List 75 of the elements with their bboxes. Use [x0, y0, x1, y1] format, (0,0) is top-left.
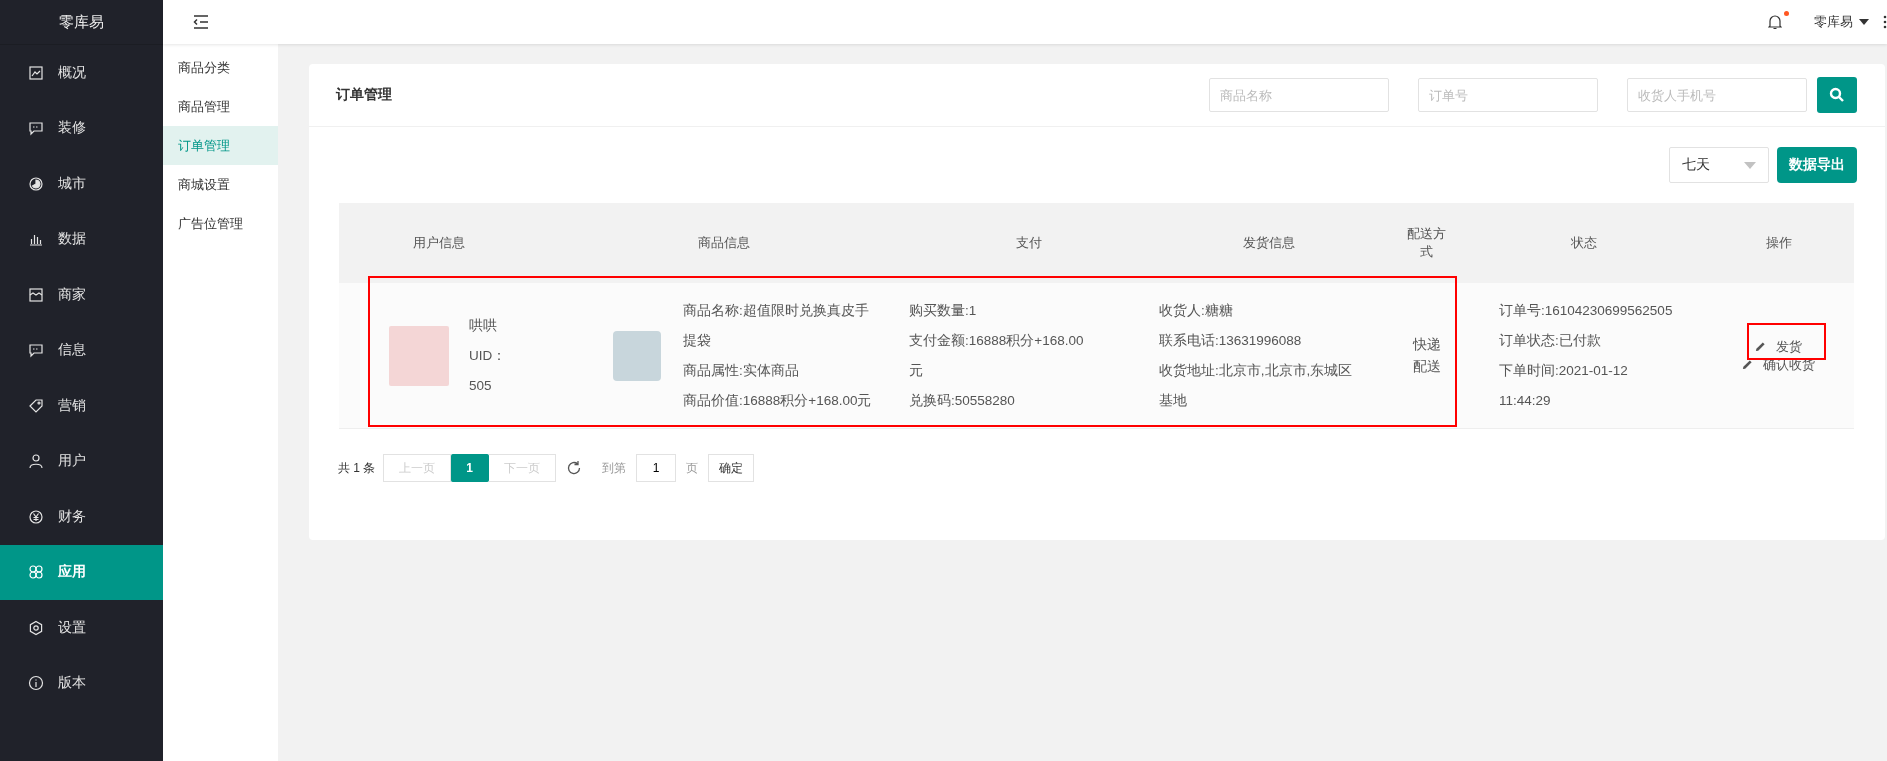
search-field[interactable]: 收货人手机号: [1627, 78, 1807, 112]
submenu-item[interactable]: 商城设置: [163, 165, 278, 204]
nav-icon: [28, 175, 44, 192]
goto-label: 到第: [602, 459, 627, 477]
column-header: 发货信息: [1242, 234, 1296, 252]
table-cell-text: 兑换码:50558280: [909, 391, 1016, 410]
nav-icon: [28, 453, 44, 470]
sidebar-item[interactable]: 设置: [0, 600, 163, 656]
submenu-item[interactable]: 商品分类: [163, 48, 278, 87]
user-menu[interactable]: 零库易: [1814, 13, 1869, 31]
submenu-item[interactable]: 商品管理: [163, 87, 278, 126]
pencil-icon: [1742, 359, 1753, 370]
page-input[interactable]: 1: [636, 454, 677, 482]
sidebar-item[interactable]: 应用: [0, 544, 163, 600]
sidebar-item[interactable]: 商家: [0, 267, 163, 323]
caret-icon: [1859, 19, 1869, 25]
table-cell-text: 联系电话:13631996088: [1159, 331, 1303, 350]
table-cell-text: 支付金额:16888积分+168.00元: [909, 331, 1085, 380]
nav-icon: [28, 564, 44, 581]
total-count: 共 1 条: [338, 459, 376, 477]
search-icon: [1829, 87, 1845, 103]
page-title: 订单管理: [336, 86, 392, 104]
nav-icon: [28, 342, 44, 359]
table-cell-text: 收货人:糖糖: [1159, 301, 1234, 320]
period-select[interactable]: 七天: [1669, 147, 1769, 183]
more-icon[interactable]: [1883, 15, 1887, 29]
nav-icon: [28, 286, 44, 303]
column-header: 商品信息: [697, 234, 751, 252]
sidebar-item[interactable]: 数据: [0, 211, 163, 267]
table-cell-text: 下单时间:2021-01-12 11:44:29: [1499, 361, 1629, 410]
sidebar-item[interactable]: 概况: [0, 45, 163, 101]
search-field[interactable]: 商品名称: [1209, 78, 1389, 112]
sidebar-item[interactable]: 营销: [0, 378, 163, 434]
nav-icon: [28, 619, 44, 636]
nav-icon: [28, 508, 44, 525]
search-field[interactable]: 订单号: [1418, 78, 1598, 112]
table-cell-text: 订单号:16104230699562505: [1499, 301, 1674, 320]
sidebar-item[interactable]: 装修: [0, 100, 163, 156]
nav-icon: [28, 120, 44, 137]
confirm-button[interactable]: 确定: [708, 454, 755, 482]
table-cell-text: 商品名称:超值限时兑换真皮手提袋: [683, 301, 870, 350]
table-cell-text: 订单状态:已付款: [1499, 331, 1602, 350]
sidebar-item[interactable]: 城市: [0, 156, 163, 212]
sidebar-item[interactable]: 用户: [0, 433, 163, 489]
table-cell-text: 购买数量:1: [909, 301, 978, 320]
submenu-item[interactable]: 广告位管理: [163, 204, 278, 243]
caret-icon: [1744, 161, 1756, 169]
column-header: 用户信息: [412, 234, 466, 252]
menu-collapse-icon[interactable]: [193, 15, 209, 29]
user-id: UID：505: [469, 346, 499, 395]
search-button[interactable]: [1817, 77, 1857, 113]
sidebar-item[interactable]: 版本: [0, 655, 163, 711]
export-button[interactable]: 数据导出: [1777, 147, 1857, 183]
table-cell-text: 商品属性:实体商品: [683, 361, 800, 380]
photo-placeholder: [613, 330, 661, 381]
pencil-icon: [1755, 341, 1766, 352]
user-name: 哄哄: [469, 316, 498, 335]
page-button[interactable]: 1: [451, 454, 490, 482]
column-header: 支付: [1015, 234, 1043, 252]
page-unit: 页: [686, 459, 699, 477]
column-header: 状态: [1570, 234, 1598, 252]
sidebar-item[interactable]: 财务: [0, 489, 163, 545]
column-header: 配送方式: [1406, 225, 1447, 261]
avatar-placeholder: [389, 325, 449, 386]
nav-icon: [28, 397, 44, 414]
nav-icon: [28, 675, 44, 692]
nav-icon: [28, 64, 44, 81]
bell-icon[interactable]: [1768, 14, 1782, 30]
column-header: 操作: [1764, 234, 1793, 252]
table-cell-text: 商品价值:16888积分+168.00元: [683, 391, 873, 410]
table-cell-text: 收货地址:北京市,北京市,东城区基地: [1159, 361, 1354, 410]
refresh-icon[interactable]: [566, 460, 583, 476]
sidebar-item[interactable]: 信息: [0, 322, 163, 378]
table-cell-text: 快递配送: [1411, 335, 1442, 376]
action-link[interactable]: 发货: [1755, 337, 1802, 356]
